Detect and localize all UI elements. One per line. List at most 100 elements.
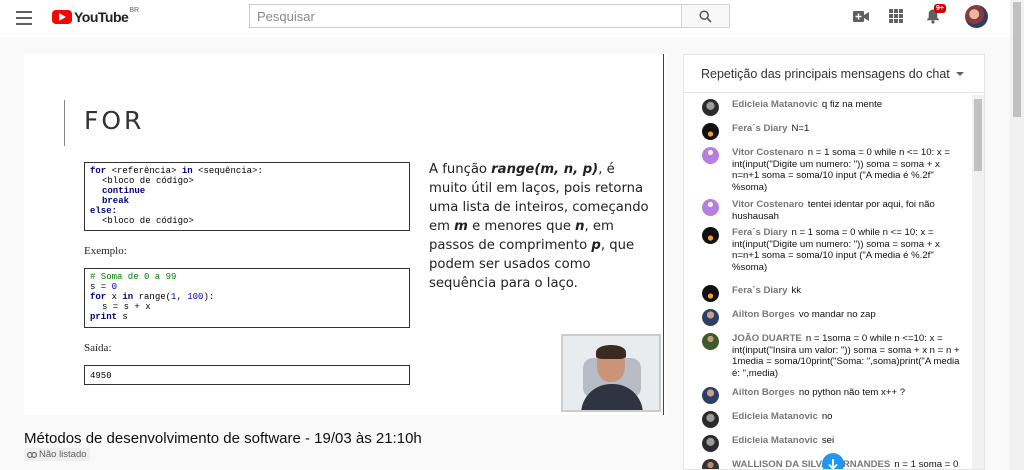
logo-text: YouTube <box>74 9 129 25</box>
code-line: for <referência> in <sequência>: <box>90 166 404 176</box>
code-line: break <box>90 196 404 206</box>
chat-author-name[interactable]: Fera´s Diary <box>732 123 787 134</box>
chat-author-name[interactable]: Edicleia Matanovic <box>732 99 818 110</box>
code-token: break <box>102 196 130 206</box>
desc-m: m <box>454 219 468 234</box>
search-icon <box>699 9 712 23</box>
code-token: x <box>106 292 123 302</box>
chat-author-avatar[interactable] <box>702 309 719 326</box>
video-title: Métodos de desenvolvimento de software -… <box>24 430 422 447</box>
chat-author-name[interactable]: Ailton Borges <box>732 309 795 320</box>
chat-message-text: n = 1 soma = 0 <box>894 459 959 470</box>
chat-message-text: vo mandar no zap <box>798 309 876 320</box>
code-line: # Soma de 0 a 99 <box>90 272 404 282</box>
code-line: s = s + x <box>90 302 404 312</box>
chat-message: Edicleia Matanovic q fiz na mente <box>684 99 974 116</box>
chat-scrollbar-thumb[interactable] <box>974 99 982 171</box>
code-token: for <box>90 166 107 176</box>
code-token: s <box>117 312 128 322</box>
slide-description: A função range(m, n, p), é muito útil em… <box>429 160 649 293</box>
code-token: print <box>90 312 118 322</box>
desc-part: A função <box>429 162 492 177</box>
page-scrollbar[interactable] <box>1010 0 1024 470</box>
code-token: <sequência>: <box>192 166 263 176</box>
code-token: 0 <box>111 282 118 292</box>
webcam-overlay <box>561 334 661 412</box>
chat-author-name[interactable]: Ailton Borges <box>732 387 795 398</box>
youtube-logo[interactable]: YouTube BR <box>52 7 139 25</box>
chat-author-avatar[interactable] <box>702 435 719 452</box>
code-line: continue <box>90 186 404 196</box>
chat-message: Fera´s Diary n = 1 soma = 0 while n <= 10… <box>684 227 974 273</box>
scroll-to-bottom-button[interactable] <box>822 453 844 469</box>
chat-author-avatar[interactable] <box>702 199 719 216</box>
search-button[interactable] <box>681 4 730 28</box>
account-avatar[interactable] <box>965 5 988 28</box>
code-line: else: <box>90 206 404 216</box>
chat-author-name[interactable]: JOÃO DUARTE <box>732 333 802 344</box>
chat-mode-dropdown[interactable]: Repetição das principais mensagens do ch… <box>684 55 984 93</box>
chat-author-avatar[interactable] <box>702 387 719 404</box>
code-token: # Soma de 0 a 99 <box>90 272 177 282</box>
chat-message: Fera´s Diary kk <box>684 285 974 302</box>
code-line: <bloco de código> <box>90 216 404 226</box>
chat-message-text: q fiz na mente <box>821 99 883 110</box>
desc-n: n <box>575 219 585 234</box>
chat-message-text: sei <box>821 435 835 446</box>
output-label: Saída: <box>84 342 112 354</box>
code-line: print s <box>90 312 404 322</box>
chat-author-avatar[interactable] <box>702 411 719 428</box>
slide-title: FOR <box>84 106 145 135</box>
chat-author-avatar[interactable] <box>702 285 719 302</box>
code-token: s = <box>90 282 112 292</box>
visibility-label: Não listado <box>39 449 87 460</box>
desc-p: p <box>591 238 601 253</box>
chat-author-name[interactable]: WALLISON DA SILVA FERNANDES <box>732 459 890 469</box>
chat-author-name[interactable]: Edicleia Matanovic <box>732 435 818 446</box>
video-player[interactable]: FOR for <referência> in <sequência>: <blo… <box>24 54 667 415</box>
apps-grid-icon[interactable] <box>889 9 903 23</box>
chat-author-avatar[interactable] <box>702 333 719 350</box>
chat-author-avatar[interactable] <box>702 99 719 116</box>
chat-message: Ailton Borges no python não tem x++ ? <box>684 387 974 404</box>
chat-message: Vitor Costenaro n = 1 soma = 0 while n <=… <box>684 147 974 193</box>
chat-author-avatar[interactable] <box>702 227 719 244</box>
slide-divider <box>64 100 65 146</box>
code-token: in <box>181 166 193 176</box>
output-value: 4950 <box>90 371 112 381</box>
link-icon <box>27 451 37 458</box>
chat-message: Edicleia Matanovic sei <box>684 435 974 452</box>
code-token: in <box>122 292 134 302</box>
chat-message-text: no python não tem x++ ? <box>798 387 906 398</box>
chat-author-avatar[interactable] <box>702 123 719 140</box>
page-scrollbar-thumb[interactable] <box>1013 2 1021 117</box>
syntax-code-box: for <referência> in <sequência>: <bloco d… <box>84 162 410 231</box>
chat-author-name[interactable]: Edicleia Matanovic <box>732 411 818 422</box>
code-token: s = s + x <box>102 302 151 312</box>
menu-icon[interactable] <box>16 11 32 25</box>
chat-author-name[interactable]: Fera´s Diary <box>732 285 787 296</box>
search-input[interactable] <box>249 4 682 28</box>
chat-author-avatar[interactable] <box>702 459 719 469</box>
create-video-icon[interactable] <box>853 11 869 22</box>
desc-part: e menores que <box>467 219 576 234</box>
code-line: <bloco de código> <box>90 176 404 186</box>
chat-author-name[interactable]: Fera´s Diary <box>732 227 787 238</box>
slide-edge <box>663 54 664 415</box>
top-bar: YouTube BR 9+ <box>0 0 1024 37</box>
live-chat-panel: Repetição das principais mensagens do ch… <box>683 54 985 470</box>
code-line: for x in range(1, 100): <box>90 292 404 302</box>
chat-author-avatar[interactable] <box>702 147 719 164</box>
chat-message: Ailton Borges vo mandar no zap <box>684 309 974 326</box>
code-token: 100 <box>187 292 204 302</box>
code-token: , <box>176 292 188 302</box>
example-code-box: # Soma de 0 a 99 s = 0 for x in range(1, 1… <box>84 268 410 328</box>
code-token: <bloco de código> <box>102 176 194 186</box>
chat-author-name[interactable]: Vitor Costenaro <box>732 147 804 158</box>
chat-author-name[interactable]: Vitor Costenaro <box>732 199 804 210</box>
code-token: <referência> <box>106 166 182 176</box>
code-line: s = 0 <box>90 282 404 292</box>
chat-scrollbar[interactable] <box>972 95 984 469</box>
caret-down-icon <box>955 71 964 76</box>
chat-message: Vitor Costenaro tentei identar por aqui, … <box>684 199 974 222</box>
